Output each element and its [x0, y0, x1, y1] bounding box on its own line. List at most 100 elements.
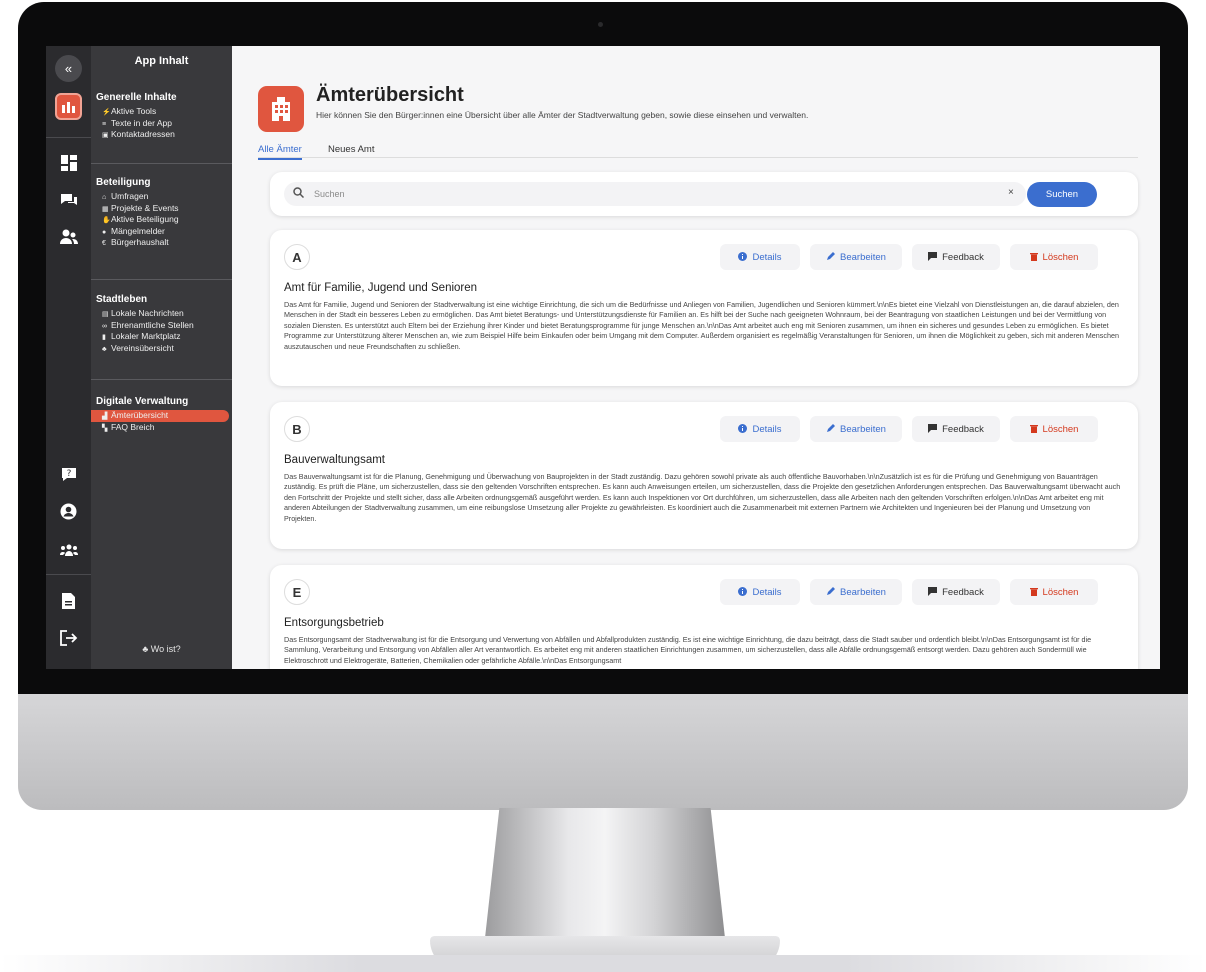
office-letter: B: [284, 416, 310, 442]
info-icon: [738, 251, 748, 263]
tab-all-offices[interactable]: Alle Ämter: [258, 144, 302, 160]
sidebar-item-label: Lokaler Marktplatz: [111, 331, 181, 341]
sidebar-group-title: Stadtleben: [96, 294, 148, 305]
sidebar-item-defect-reporter[interactable]: ● Mängelmelder: [91, 226, 232, 238]
feedback-icon: [928, 586, 938, 598]
feedback-button[interactable]: Feedback: [912, 579, 1000, 605]
pencil-icon: [826, 586, 836, 598]
sidebar-item-projects-events[interactable]: ▦ Projekte & Events: [91, 203, 232, 215]
feedback-label: Feedback: [942, 423, 984, 435]
office-name: Amt für Familie, Jugend und Senioren: [284, 282, 478, 294]
users-icon[interactable]: [55, 223, 82, 250]
people-group-icon: ♣: [142, 644, 149, 654]
logout-icon[interactable]: [55, 624, 82, 651]
details-button[interactable]: Details: [720, 244, 800, 270]
svg-text:?: ?: [66, 469, 71, 479]
sidebar-group-participation: Beteiligung ⌂ Umfragen ▦ Projekte & Events…: [91, 177, 232, 249]
dashboard-icon[interactable]: [55, 149, 82, 176]
sidebar-item-local-marketplace[interactable]: ▮ Lokaler Marktplatz: [91, 331, 232, 343]
edit-label: Bearbeiten: [840, 251, 886, 263]
details-button[interactable]: Details: [720, 416, 800, 442]
feedback-button[interactable]: Feedback: [912, 416, 1000, 442]
edit-button[interactable]: Bearbeiten: [810, 244, 902, 270]
details-label: Details: [752, 586, 782, 598]
sidebar-item-label: Texte in der App: [111, 117, 172, 128]
tab-bar: Alle Ämter Neues Amt: [258, 144, 1138, 160]
office-name: Entsorgungsbetrieb: [284, 617, 384, 629]
delete-button[interactable]: Löschen: [1010, 416, 1098, 442]
search-input[interactable]: [314, 186, 974, 202]
hand-icon: ✋: [102, 217, 111, 224]
delete-button[interactable]: Löschen: [1010, 244, 1098, 270]
sidebar-divider: [91, 379, 232, 380]
sidebar-item-volunteer-positions[interactable]: ∞ Ehrenamtliche Stellen: [91, 320, 232, 332]
delete-label: Löschen: [1042, 586, 1079, 598]
sidebar-divider: [91, 279, 232, 280]
account-icon[interactable]: [55, 498, 82, 525]
edit-label: Bearbeiten: [840, 586, 886, 598]
poll-icon: ⌂: [102, 194, 107, 201]
where-is-link[interactable]: ♣ Wo ist?: [91, 644, 232, 654]
document-icon[interactable]: [55, 587, 82, 614]
where-is-label: Wo ist?: [150, 644, 181, 654]
sidebar-item-label: Umfragen: [111, 191, 149, 201]
feedback-label: Feedback: [942, 586, 984, 598]
sidebar-item-faq[interactable]: ▚ FAQ Breich: [91, 422, 232, 434]
sidebar-group-digital-admin: Digitale Verwaltung ▟ Ämterübersicht ▚ FAQ…: [91, 396, 232, 433]
sidebar-item-local-news[interactable]: ▤ Lokale Nachrichten: [91, 308, 232, 320]
icon-rail: « ?: [46, 46, 91, 669]
sidebar-item-polls[interactable]: ⌂ Umfragen: [91, 191, 232, 203]
pencil-icon: [826, 251, 836, 263]
delete-label: Löschen: [1042, 423, 1079, 435]
details-label: Details: [752, 423, 782, 435]
delete-button[interactable]: Löschen: [1010, 579, 1098, 605]
edit-button[interactable]: Bearbeiten: [810, 416, 902, 442]
edit-label: Bearbeiten: [840, 423, 886, 435]
collapse-sidebar-icon[interactable]: «: [55, 55, 82, 82]
sidebar-item-label: FAQ Breich: [111, 421, 155, 432]
euro-icon: €: [102, 240, 106, 247]
camera-dot: [598, 22, 603, 27]
sidebar-item-label: Aktive Beteiligung: [111, 214, 179, 224]
sidebar-item-active-tools[interactable]: ⚡Aktive Tools: [91, 106, 232, 118]
contact-card-icon: ▣: [102, 132, 109, 139]
office-description: Das Entsorgungsamt der Stadtverwaltung i…: [284, 635, 1092, 665]
sidebar-item-active-participation[interactable]: ✋Aktive Beteiligung: [91, 214, 232, 226]
sidebar-item-citizen-budget[interactable]: € Bürgerhaushalt: [91, 237, 232, 249]
page-title: Ämterübersicht: [316, 84, 464, 106]
clear-search-icon[interactable]: ×: [1008, 187, 1014, 198]
lightning-icon: ⚡: [102, 109, 111, 116]
details-button[interactable]: Details: [720, 579, 800, 605]
sidebar-item-label: Vereinsübersicht: [111, 342, 174, 353]
shopping-bag-icon: ▮: [102, 334, 106, 341]
floor-shadow: [0, 955, 1206, 972]
search-icon: [293, 187, 305, 201]
sidebar-title: App Inhalt: [134, 55, 189, 67]
office-card: E Details Bearbeiten Feedback Löschen En…: [270, 565, 1138, 669]
sidebar-group-title: Beteiligung: [96, 177, 151, 188]
sidebar-item-clubs-overview[interactable]: ♣ Vereinsübersicht: [91, 343, 232, 355]
stand-neck: [485, 808, 725, 938]
office-description: Das Amt für Familie, Jugend und Senioren…: [284, 300, 1119, 351]
chat-icon[interactable]: [55, 186, 82, 213]
people-icon: ♣: [102, 345, 107, 353]
app-content-icon[interactable]: [55, 93, 82, 120]
help-icon[interactable]: ?: [55, 460, 82, 487]
page-subtitle: Hier können Sie den Bürger:innen eine Üb…: [316, 110, 809, 120]
feedback-label: Feedback: [942, 251, 984, 263]
news-icon: ▤: [102, 311, 109, 318]
edit-button[interactable]: Bearbeiten: [810, 579, 902, 605]
trash-icon: [1029, 587, 1038, 598]
sidebar-group-title: Generelle Inhalte: [96, 92, 177, 103]
sidebar-item-app-texts[interactable]: ≡ Texte in der App: [91, 118, 232, 130]
sidebar-item-offices-overview[interactable]: ▟ Ämterübersicht: [91, 410, 229, 422]
monitor-chin: [18, 694, 1188, 810]
sidebar-item-contacts[interactable]: ▣ Kontaktadressen: [91, 129, 232, 141]
tab-new-office[interactable]: Neues Amt: [328, 144, 374, 158]
office-card: A Details Bearbeiten Feedback Löschen Am…: [270, 230, 1138, 386]
team-icon[interactable]: [55, 536, 82, 563]
search-button[interactable]: Suchen: [1027, 182, 1097, 207]
office-name: Bauverwaltungsamt: [284, 454, 385, 466]
sidebar-item-label: Ämterübersicht: [111, 410, 169, 420]
feedback-button[interactable]: Feedback: [912, 244, 1000, 270]
